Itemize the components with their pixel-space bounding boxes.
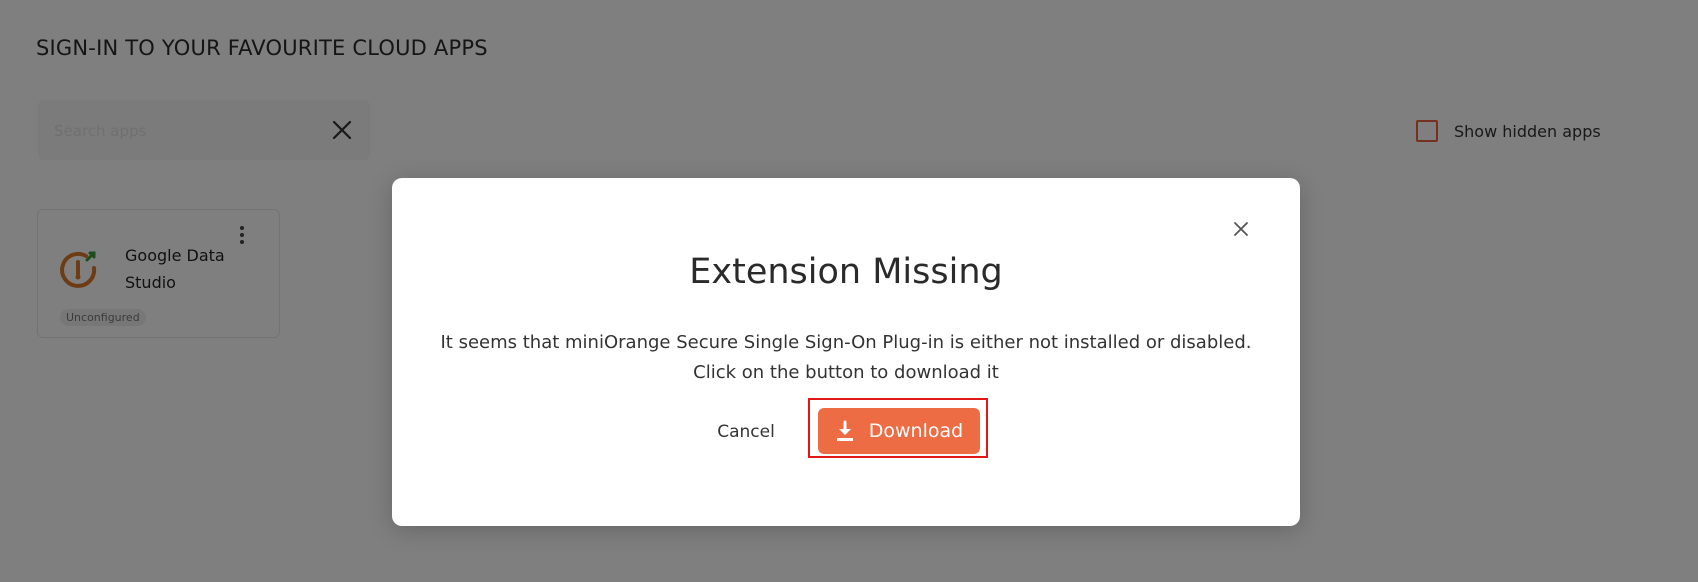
- close-icon[interactable]: [1230, 218, 1252, 240]
- dialog-message: It seems that miniOrange Secure Single S…: [392, 328, 1300, 388]
- cancel-button[interactable]: Cancel: [712, 414, 780, 450]
- dialog-message-line-2: Click on the button to download it: [693, 362, 999, 383]
- dialog-title: Extension Missing: [689, 252, 1003, 292]
- download-button[interactable]: Download: [818, 408, 980, 454]
- download-highlight: Download: [808, 398, 988, 458]
- dialog-message-line-1: It seems that miniOrange Secure Single S…: [440, 332, 1252, 353]
- apps-page: SIGN-IN TO YOUR FAVOURITE CLOUD APPS Sho…: [0, 0, 1698, 582]
- extension-missing-dialog: Extension Missing It seems that miniOran…: [392, 178, 1300, 526]
- download-icon: [835, 420, 855, 442]
- download-label: Download: [868, 420, 964, 442]
